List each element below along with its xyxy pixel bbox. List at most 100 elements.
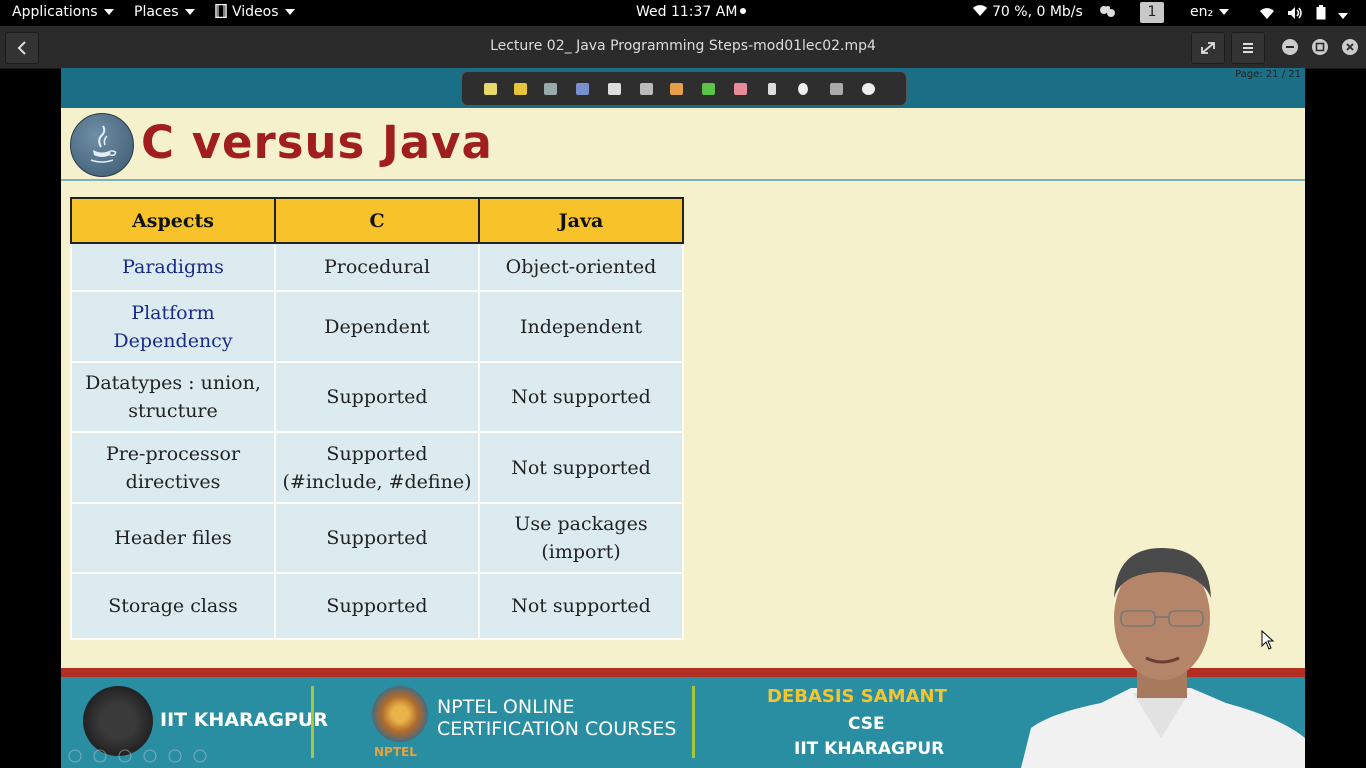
cursor-tool-icon[interactable]	[768, 83, 776, 95]
slide-top-band: Page: 21 / 21	[61, 68, 1305, 108]
annotation-toolbar	[461, 71, 907, 106]
pointer-pen-icon[interactable]	[484, 83, 497, 95]
video-frame[interactable]: Page: 21 / 21 C versus Java Aspects C Ja…	[61, 68, 1305, 768]
videos-app-menu[interactable]: Videos	[214, 3, 295, 20]
java-cell: Not supported	[478, 431, 684, 504]
slide-nav-controls[interactable]	[67, 748, 207, 764]
presenter-institute: IIT KHARAGPUR	[794, 739, 945, 759]
system-menu[interactable]	[1259, 5, 1349, 24]
institute-name: IIT KHARAGPUR	[160, 709, 328, 731]
c-cell: Supported	[274, 361, 480, 433]
chevron-down-icon	[184, 9, 195, 15]
volume-icon	[1288, 7, 1303, 19]
keyboard-layout-menu[interactable]: en₂	[1190, 4, 1230, 20]
close-icon	[1346, 43, 1354, 51]
aspect-cell: Paradigms	[70, 242, 276, 292]
java-cell: Not supported	[478, 361, 684, 433]
highlighter-icon[interactable]	[702, 83, 715, 95]
nptel-line-1: NPTEL ONLINE	[437, 696, 575, 718]
c-cell: Supported	[274, 502, 480, 574]
java-cell: Not supported	[478, 572, 684, 640]
c-cell: Supported	[274, 572, 480, 640]
maximize-button[interactable]	[1312, 39, 1328, 55]
java-cell: Use packages (import)	[478, 502, 684, 574]
wifi-signal-icon	[1260, 8, 1274, 19]
table-row: Pre-processor directives Supported (#inc…	[70, 431, 684, 504]
applications-menu[interactable]: Applications	[12, 4, 114, 20]
aspect-cell: Platform Dependency	[70, 290, 276, 363]
videos-label: Videos	[232, 4, 279, 20]
c-cell: Dependent	[274, 290, 480, 363]
iit-kharagpur-emblem-icon	[83, 686, 153, 756]
workspace-indicator[interactable]: 1	[1140, 2, 1164, 23]
mouse-cursor-icon	[1261, 630, 1275, 650]
places-label: Places	[134, 4, 179, 20]
table-row: Platform Dependency Dependent Independen…	[70, 290, 684, 363]
fullscreen-icon	[1201, 42, 1215, 54]
chevron-down-icon	[103, 9, 114, 15]
table-row: Paradigms Procedural Object-oriented	[70, 242, 684, 292]
places-menu[interactable]: Places	[134, 4, 195, 20]
java-cell: Object-oriented	[478, 242, 684, 292]
nptel-logo-text: NPTEL	[374, 745, 417, 759]
save-icon[interactable]	[544, 83, 557, 95]
c-cell: Procedural	[274, 242, 480, 292]
table-row: Storage class Supported Not supported	[70, 572, 684, 640]
clock-label: Wed 11:37 AM	[636, 4, 738, 20]
film-icon	[215, 3, 227, 19]
top-bar: Applications Places Videos Wed 11:37 AM …	[0, 0, 1366, 26]
chat-bubbles-icon	[1100, 6, 1115, 17]
page-indicator: Page: 21 / 21	[1235, 69, 1301, 80]
maximize-icon	[1315, 42, 1325, 52]
nptel-line-2: CERTIFICATION COURSES	[437, 718, 677, 740]
presenter-department: CSE	[848, 714, 885, 734]
battery-icon	[1316, 5, 1326, 20]
footer-divider	[692, 686, 695, 758]
aspect-cell: Pre-processor directives	[70, 431, 276, 504]
fullscreen-button[interactable]	[1191, 32, 1225, 64]
table-row: Datatypes : union, structure Supported N…	[70, 361, 684, 433]
aspect-cell: Datatypes : union, structure	[70, 361, 276, 433]
presenter-name: DEBASIS SAMANT	[767, 686, 947, 707]
close-toolbar-icon[interactable]	[862, 83, 875, 95]
pidgin-icon[interactable]	[1099, 5, 1117, 23]
chevron-down-icon	[284, 9, 295, 15]
player-header-bar: Lecture 02_ Java Programming Steps-mod01…	[0, 26, 1366, 69]
clock[interactable]: Wed 11:37 AM	[636, 4, 747, 20]
footer-divider	[311, 686, 314, 758]
keyboard-layout-label: en₂	[1190, 4, 1214, 20]
clear-icon[interactable]	[830, 83, 843, 95]
close-button[interactable]	[1342, 39, 1358, 55]
minimize-button[interactable]	[1282, 39, 1298, 55]
marker-icon[interactable]	[734, 83, 747, 95]
wifi-icon	[973, 5, 987, 16]
aspect-cell: Storage class	[70, 572, 276, 640]
java-logo-icon	[70, 113, 134, 177]
screen-icon[interactable]	[640, 83, 653, 95]
slide-title: C versus Java	[141, 116, 493, 169]
network-status-label: 70 %, 0 Mb/s	[992, 4, 1083, 20]
chevron-down-icon	[1338, 13, 1349, 19]
aspect-cell: Header files	[70, 502, 276, 574]
page-icon[interactable]	[576, 83, 589, 95]
minimize-icon	[1286, 46, 1294, 48]
table-header-row: Aspects C Java	[70, 197, 684, 244]
applications-label: Applications	[12, 4, 98, 20]
notification-dot-icon	[740, 8, 747, 14]
header-cell: Aspects	[70, 197, 276, 244]
folder-icon[interactable]	[514, 83, 527, 95]
header-cell: C	[274, 197, 480, 244]
video-title: Lecture 02_ Java Programming Steps-mod01…	[490, 38, 876, 54]
laser-icon[interactable]	[798, 83, 808, 95]
network-indicator[interactable]: 70 %, 0 Mb/s	[972, 4, 1083, 20]
c-cell: Supported (#include, #define)	[274, 431, 480, 504]
pen-icon[interactable]	[670, 83, 683, 95]
table-row: Header files Supported Use packages (imp…	[70, 502, 684, 574]
java-cell: Independent	[478, 290, 684, 363]
menu-button[interactable]	[1231, 32, 1265, 64]
eraser-icon[interactable]	[608, 83, 621, 95]
header-cell: Java	[478, 197, 684, 244]
comparison-table: Aspects C Java Paradigms Procedural Obje…	[70, 197, 684, 640]
hamburger-icon	[1243, 43, 1253, 53]
chevron-down-icon	[1219, 9, 1230, 15]
